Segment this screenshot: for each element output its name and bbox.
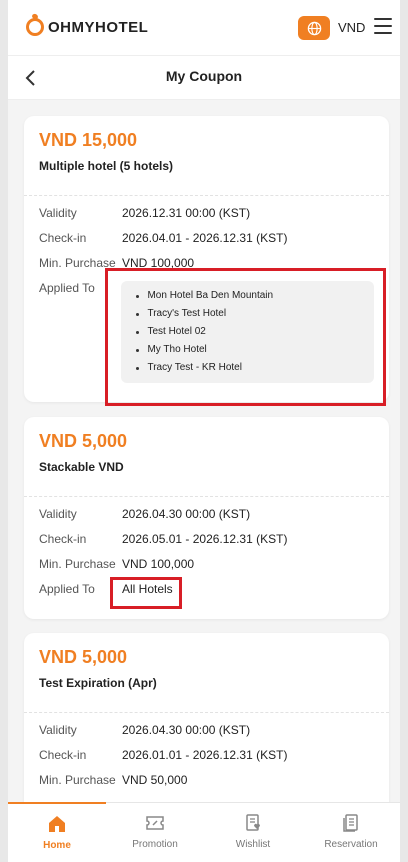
coupon-min-purchase-row: Min. Purchase VND 50,000 — [39, 773, 374, 798]
row-label: Check-in — [39, 532, 87, 546]
row-value: VND 100,000 — [122, 557, 195, 571]
page-title: My Coupon — [165, 68, 243, 84]
tab-wishlist[interactable]: Wishlist — [204, 803, 302, 862]
logo-text: OHMYHOTEL — [48, 18, 149, 36]
row-label: Check-in — [39, 231, 87, 245]
coupon-validity-row: Validity 2026.12.31 00:00 (KST) — [39, 206, 374, 231]
row-value: 2026.04.30 00:00 (KST) — [122, 723, 251, 737]
row-label: Validity — [39, 507, 77, 521]
tab-label: Promotion — [132, 839, 178, 850]
home-icon — [49, 816, 65, 832]
coupon-min-purchase-row: Min. Purchase VND 100,000 — [39, 557, 374, 582]
row-value: 2026.12.31 00:00 (KST) — [122, 206, 251, 220]
page-header: My Coupon — [8, 56, 400, 100]
tab-home[interactable]: Home — [8, 802, 106, 862]
bottom-tab-bar: Home Promotion Wishlist Reservation — [8, 802, 400, 862]
globe-icon — [307, 21, 321, 35]
coupon-checkin-row: Check-in 2026.01.01 - 2026.12.31 (KST) — [39, 748, 374, 773]
coupon-validity-row: Validity 2026.04.30 00:00 (KST) — [39, 507, 374, 532]
coupon-checkin-row: Check-in 2026.05.01 - 2026.12.31 (KST) — [39, 532, 374, 557]
tab-label: Reservation — [324, 839, 378, 850]
coupon-checkin-row: Check-in 2026.04.01 - 2026.12.31 (KST) — [39, 231, 374, 256]
logo[interactable]: OHMYHOTEL — [26, 18, 148, 36]
currency-selector[interactable]: VND — [338, 20, 365, 35]
row-label: Min. Purchase — [39, 773, 116, 787]
coupon-name: Stackable VND — [39, 460, 124, 474]
row-value: 2026.04.30 00:00 (KST) — [122, 507, 251, 521]
coupon-list: VND 15,000 Multiple hotel (5 hotels) Val… — [8, 100, 400, 802]
coupon-amount: VND 5,000 — [39, 431, 128, 451]
row-value: 2026.05.01 - 2026.12.31 (KST) — [122, 532, 288, 546]
logo-mark-icon — [26, 18, 44, 36]
row-value: 2026.04.01 - 2026.12.31 (KST) — [122, 231, 288, 245]
coupon-applied-to-row: Applied To All Hotels — [39, 582, 374, 607]
row-label: Validity — [39, 206, 77, 220]
row-value: 2026.01.01 - 2026.12.31 (KST) — [122, 748, 288, 762]
tab-reservation[interactable]: Reservation — [302, 803, 400, 862]
wishlist-icon — [246, 814, 260, 831]
coupon-card[interactable]: VND 5,000 Stackable VND Validity 2026.04… — [24, 417, 389, 619]
row-label: Validity — [39, 723, 77, 737]
coupon-amount: VND 15,000 — [39, 130, 138, 150]
tab-promotion[interactable]: Promotion — [106, 803, 204, 862]
coupon-amount: VND 5,000 — [39, 647, 128, 667]
coupon-card[interactable]: VND 5,000 Test Expiration (Apr) Validity… — [24, 633, 389, 802]
coupon-validity-row: Validity 2026.04.30 00:00 (KST) — [39, 723, 374, 748]
coupon-name: Test Expiration (Apr) — [39, 676, 157, 690]
tab-label: Wishlist — [235, 839, 271, 850]
language-button[interactable] — [298, 16, 330, 40]
menu-icon[interactable] — [374, 18, 392, 34]
tab-label: Home — [43, 840, 71, 851]
row-label: Check-in — [39, 748, 87, 762]
row-value: VND 50,000 — [122, 773, 188, 787]
promotion-icon — [146, 816, 164, 830]
top-bar: OHMYHOTEL VND — [8, 0, 400, 56]
highlight-box — [105, 268, 386, 406]
coupon-name: Multiple hotel (5 hotels) — [39, 159, 173, 173]
row-label: Min. Purchase — [39, 557, 116, 571]
highlight-box — [110, 577, 182, 609]
reservation-icon — [343, 814, 358, 832]
